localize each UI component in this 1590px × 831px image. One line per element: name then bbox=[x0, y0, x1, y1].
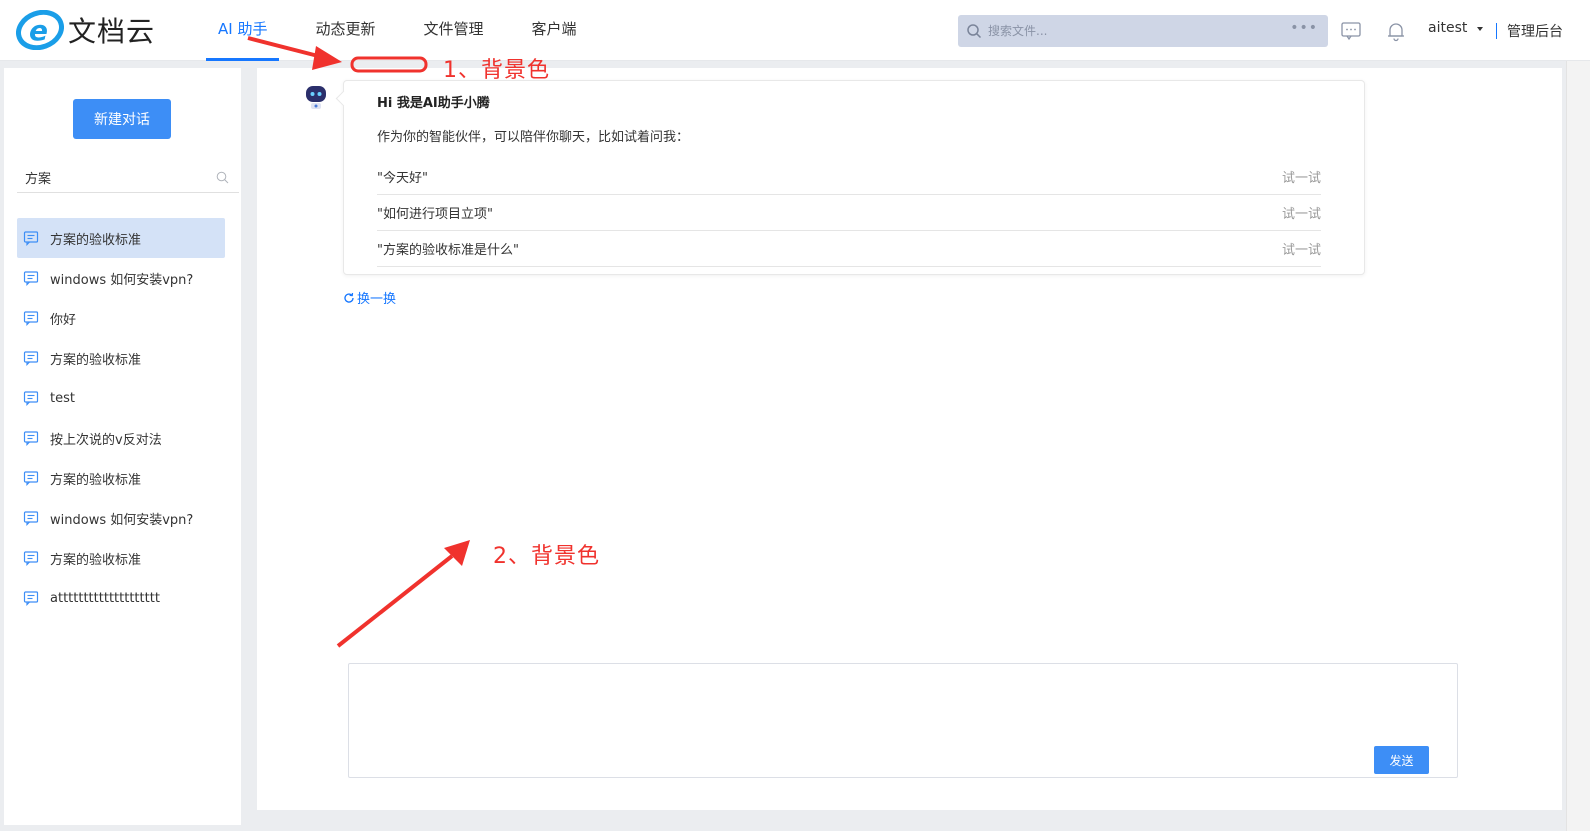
refresh-suggestions-button[interactable]: 换一换 bbox=[343, 288, 396, 307]
logo-icon: e bbox=[16, 9, 64, 51]
message-icon[interactable] bbox=[1340, 20, 1362, 42]
conversation-label: 方案的验收标准 bbox=[50, 352, 142, 368]
main-nav: AI 助手 动态更新 文件管理 客户端 bbox=[206, 0, 613, 61]
annotation-label-1: 1、背景色 bbox=[443, 58, 550, 83]
try-it-link[interactable]: 试一试 bbox=[1282, 167, 1321, 186]
search-icon bbox=[967, 24, 982, 39]
scrollbar[interactable] bbox=[1566, 61, 1590, 831]
try-it-link[interactable]: 试一试 bbox=[1282, 203, 1321, 222]
conversation-label: 按上次说的v反对法 bbox=[50, 432, 162, 448]
new-chat-button[interactable]: 新建对话 bbox=[73, 99, 171, 139]
conversation-item[interactable]: 你好 bbox=[17, 298, 225, 338]
suggestion-text[interactable]: "如何进行项目立项" bbox=[377, 203, 493, 222]
chat-bubble-icon bbox=[23, 231, 39, 246]
bell-icon[interactable] bbox=[1385, 20, 1407, 42]
suggestion-text[interactable]: "方案的验收标准是什么" bbox=[377, 239, 519, 258]
greeting-title: Hi 我是AI助手小腾 bbox=[377, 96, 490, 111]
chat-bubble-icon bbox=[23, 311, 39, 326]
chat-bubble-icon bbox=[23, 391, 39, 406]
conversation-search-input[interactable] bbox=[17, 170, 207, 185]
conversation-label: test bbox=[50, 390, 75, 406]
conversation-item[interactable]: atttttttttttttttttttt bbox=[17, 578, 225, 618]
search-icon[interactable] bbox=[216, 171, 229, 184]
chat-bubble-icon bbox=[23, 431, 39, 446]
conversation-item[interactable]: windows 如何安装vpn? bbox=[17, 258, 225, 298]
conversation-sidebar: 新建对话 方案的验收标准windows 如何安装vpn?你好方案的验收标准tes… bbox=[4, 68, 241, 825]
svg-text:e: e bbox=[29, 14, 48, 47]
chat-main-area: Hi 我是AI助手小腾 作为你的智能伙伴，可以陪伴你聊天，比如试着问我： "今天… bbox=[257, 68, 1562, 810]
conversation-item[interactable]: 方案的验收标准 bbox=[17, 538, 225, 578]
annotation-label-2: 2、背景色 bbox=[493, 544, 600, 569]
conversation-label: 方案的验收标准 bbox=[50, 472, 142, 488]
suggestion-row: "方案的验收标准是什么" 试一试 bbox=[377, 231, 1321, 267]
conversation-item[interactable]: windows 如何安装vpn? bbox=[17, 498, 225, 538]
refresh-icon bbox=[344, 292, 354, 303]
search-input[interactable] bbox=[988, 24, 1288, 38]
header-divider bbox=[1496, 23, 1497, 39]
conversation-label: 你好 bbox=[50, 312, 77, 328]
username[interactable]: aitest bbox=[1428, 20, 1467, 36]
send-button[interactable]: 发送 bbox=[1374, 746, 1429, 774]
conversation-label: windows 如何安装vpn? bbox=[50, 272, 194, 288]
conversation-item[interactable]: 方案的验收标准 bbox=[17, 218, 225, 258]
top-header: e 文档云 AI 助手 动态更新 文件管理 客户端 ••• aitest 管理后… bbox=[0, 0, 1590, 61]
chat-bubble-icon bbox=[23, 511, 39, 526]
conversation-label: windows 如何安装vpn? bbox=[50, 512, 194, 528]
bot-avatar-icon bbox=[306, 86, 326, 109]
greeting-subtitle: 作为你的智能伙伴，可以陪伴你聊天，比如试着问我： bbox=[377, 130, 690, 145]
suggestion-text[interactable]: "今天好" bbox=[377, 167, 428, 186]
file-search-box: ••• bbox=[958, 15, 1328, 47]
greeting-card: Hi 我是AI助手小腾 作为你的智能伙伴，可以陪伴你聊天，比如试着问我： "今天… bbox=[343, 80, 1365, 275]
conversation-item[interactable]: 方案的验收标准 bbox=[17, 338, 225, 378]
conversation-item[interactable]: test bbox=[17, 378, 225, 418]
try-it-link[interactable]: 试一试 bbox=[1282, 239, 1321, 258]
chat-bubble-icon bbox=[23, 591, 39, 606]
conversation-label: 方案的验收标准 bbox=[50, 232, 142, 248]
refresh-label: 换一换 bbox=[357, 292, 397, 307]
logo-text: 文档云 bbox=[68, 15, 156, 48]
conversation-search bbox=[17, 163, 239, 193]
chat-bubble-icon bbox=[23, 551, 39, 566]
message-input[interactable] bbox=[349, 664, 1457, 739]
admin-link[interactable]: 管理后台 bbox=[1507, 21, 1563, 41]
conversation-label: atttttttttttttttttttt bbox=[50, 590, 160, 606]
user-dropdown-caret-icon[interactable] bbox=[1477, 27, 1483, 31]
chat-bubble-icon bbox=[23, 351, 39, 366]
conversation-item[interactable]: 按上次说的v反对法 bbox=[17, 418, 225, 458]
conversation-label: 方案的验收标准 bbox=[50, 552, 142, 568]
chat-bubble-icon bbox=[23, 271, 39, 286]
message-composer: 发送 bbox=[348, 663, 1458, 778]
nav-updates[interactable]: 动态更新 bbox=[303, 0, 387, 61]
nav-ai-assistant[interactable]: AI 助手 bbox=[206, 0, 280, 61]
logo[interactable]: e 文档云 bbox=[16, 9, 156, 51]
search-more-icon[interactable]: ••• bbox=[1290, 20, 1318, 36]
suggestion-row: "如何进行项目立项" 试一试 bbox=[377, 195, 1321, 231]
conversation-list: 方案的验收标准 windows 如何安装vpn? 你好 方案的验收标准 test 按上次说… bbox=[17, 218, 225, 618]
chat-bubble-icon bbox=[23, 471, 39, 486]
suggestion-row: "今天好" 试一试 bbox=[377, 159, 1321, 195]
suggestion-list: "今天好" 试一试 "如何进行项目立项" 试一试 "方案的验收标准是什么" 试一试 bbox=[377, 159, 1321, 267]
conversation-item[interactable]: 方案的验收标准 bbox=[17, 458, 225, 498]
